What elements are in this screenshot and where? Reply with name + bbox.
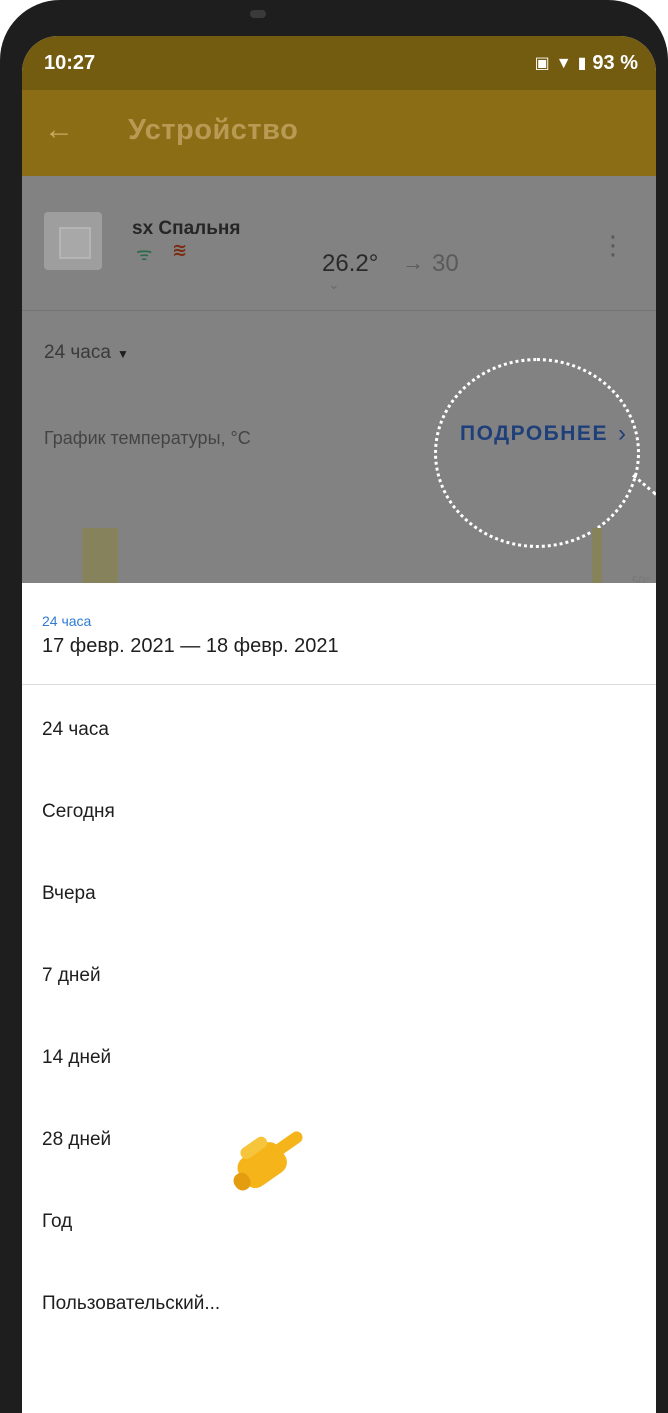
expand-icon[interactable]: ⌄ — [328, 276, 340, 293]
more-vert-icon[interactable]: ⋮ — [600, 232, 626, 258]
option-14-days[interactable]: 14 дней — [42, 1047, 111, 1069]
app-bar: ← Устройство — [22, 90, 656, 176]
highlight-circle — [434, 358, 640, 548]
battery-icon: ▮ — [577, 54, 587, 72]
chart-title: График температуры, °С — [44, 428, 251, 448]
option-today[interactable]: Сегодня — [42, 801, 115, 823]
sheet-date-range: 17 февр. 2021 — 18 февр. 2021 — [42, 635, 339, 657]
period-bottom-sheet: 24 часа 17 февр. 2021 — 18 февр. 2021 24… — [22, 583, 656, 1413]
option-custom[interactable]: Пользовательский... — [42, 1293, 220, 1315]
option-year[interactable]: Год — [42, 1211, 72, 1233]
period-selected: 24 часа — [44, 342, 111, 363]
current-temperature: 26.2° — [322, 250, 379, 277]
vibrate-icon: ▣ — [534, 54, 550, 72]
speaker — [250, 10, 266, 18]
device-thumbnail — [44, 212, 102, 270]
option-28-days[interactable]: 28 дней — [42, 1129, 111, 1151]
target-temperature: 30 — [432, 250, 459, 277]
arrow-left-icon[interactable]: ← — [44, 110, 80, 150]
sheet-caption: 24 часа — [42, 613, 92, 629]
dimmed-content: sx Спальня ᯤ ≋ 26.2° → 30 ⌄ ⋮ 24 часа ▼ Г… — [22, 176, 656, 612]
battery-level: 93 % — [592, 52, 638, 74]
status-icons: ▣ ▼ ▮ 93 % — [535, 52, 638, 75]
option-yesterday[interactable]: Вчера — [42, 883, 96, 905]
chart-bar — [592, 528, 602, 588]
phone-frame: 10:27 ▣ ▼ ▮ 93 % ← Устройство sx Спальня… — [0, 0, 668, 1413]
option-24h[interactable]: 24 часа — [42, 719, 109, 741]
dropdown-arrow-icon: ▼ — [116, 347, 129, 361]
heating-icon: ≋ — [172, 240, 188, 260]
wifi-signal-icon: ᯤ — [136, 244, 153, 264]
page-title: Устройство — [128, 114, 299, 146]
wifi-icon: ▼ — [555, 54, 572, 72]
device-name: sx Спальня — [132, 218, 241, 239]
divider — [22, 684, 656, 685]
status-bar: 10:27 ▣ ▼ ▮ 93 % — [22, 36, 656, 90]
chart-bar — [82, 528, 118, 588]
option-7-days[interactable]: 7 дней — [42, 965, 101, 987]
status-time: 10:27 — [44, 52, 96, 74]
pointing-hand-icon — [233, 1131, 303, 1191]
screen: 10:27 ▣ ▼ ▮ 93 % ← Устройство sx Спальня… — [22, 36, 656, 1413]
device-row[interactable]: sx Спальня ᯤ ≋ 26.2° → 30 ⌄ ⋮ — [22, 176, 656, 311]
arrow-right-icon: → — [402, 250, 424, 275]
period-dropdown[interactable]: 24 часа ▼ — [44, 342, 129, 364]
